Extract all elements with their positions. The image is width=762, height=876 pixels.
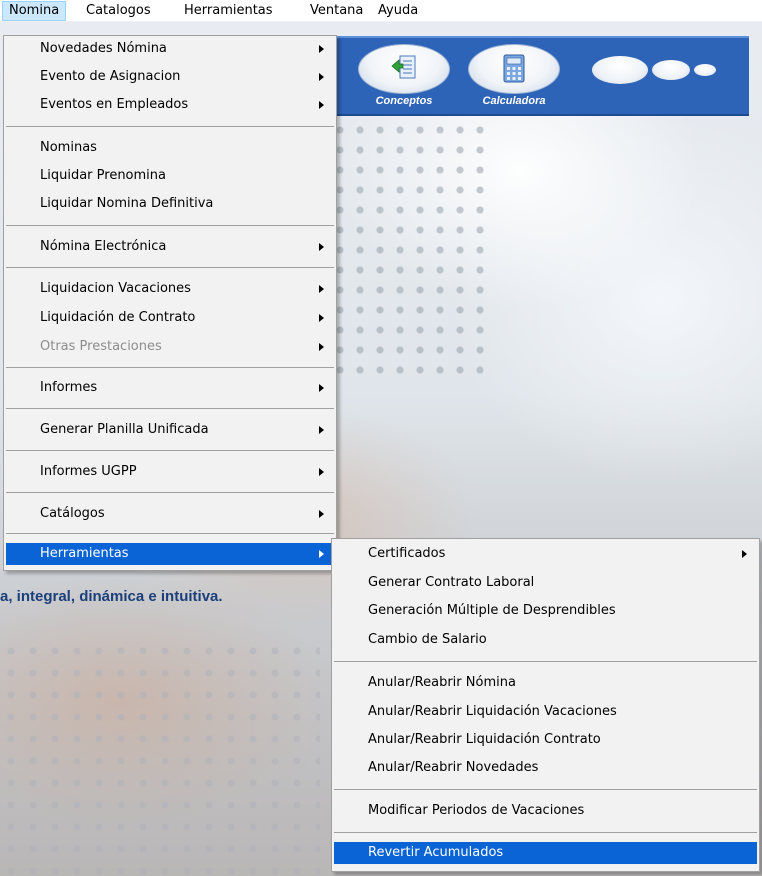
- menu-ayuda[interactable]: Ayuda: [372, 1, 424, 21]
- submenu-arrow-icon: [319, 426, 324, 434]
- menu-item-nominas[interactable]: Nominas: [6, 137, 334, 159]
- submenu-arrow-icon: [319, 314, 324, 322]
- submenu-arrow-icon: [319, 550, 324, 558]
- menu-item-liquidar-prenomina[interactable]: Liquidar Prenomina: [6, 165, 334, 187]
- menu-separator: [334, 832, 757, 833]
- herramientas-submenu: Certificados Generar Contrato Laboral Ge…: [331, 538, 760, 872]
- menu-separator: [334, 661, 757, 662]
- menu-separator: [6, 225, 334, 226]
- menu-herramientas[interactable]: Herramientas: [178, 1, 279, 21]
- submenu-arrow-icon: [742, 550, 747, 558]
- menu-item-anular-reabrir-liquidacion-vacaciones[interactable]: Anular/Reabrir Liquidación Vacaciones: [334, 701, 757, 723]
- background-pattern-lower: [0, 640, 320, 876]
- submenu-arrow-icon: [319, 384, 324, 392]
- conceptos-label: Conceptos: [375, 95, 433, 107]
- menu-item-catalogos[interactable]: Catálogos: [6, 503, 334, 525]
- nomina-dropdown-menu: Novedades Nómina Evento de Asignacion Ev…: [3, 35, 337, 571]
- menu-item-anular-reabrir-nomina[interactable]: Anular/Reabrir Nómina: [334, 672, 757, 694]
- menu-item-liquidacion-vacaciones[interactable]: Liquidacion Vacaciones: [6, 278, 334, 300]
- menu-item-modificar-periodos-vacaciones[interactable]: Modificar Periodos de Vacaciones: [334, 800, 757, 822]
- menu-separator: [6, 367, 334, 368]
- menu-separator: [6, 533, 334, 534]
- submenu-arrow-icon: [319, 73, 324, 81]
- menu-separator: [334, 789, 757, 790]
- calculadora-label: Calculadora: [482, 95, 546, 107]
- submenu-arrow-icon: [319, 343, 324, 351]
- brand-slogan: a, integral, dinámica e intuitiva.: [0, 588, 223, 605]
- menu-item-informes[interactable]: Informes: [6, 377, 334, 399]
- menu-item-certificados[interactable]: Certificados: [334, 543, 757, 565]
- menu-separator: [6, 267, 334, 268]
- toolbar-decoration: [592, 56, 648, 84]
- menu-catalogos[interactable]: Catalogos: [80, 1, 157, 21]
- menu-item-liquidacion-contrato[interactable]: Liquidación de Contrato: [6, 307, 334, 329]
- menu-item-novedades-nomina[interactable]: Novedades Nómina: [6, 38, 334, 60]
- menu-item-liquidar-nomina-definitiva[interactable]: Liquidar Nomina Definitiva: [6, 193, 334, 215]
- menu-item-evento-asignacion[interactable]: Evento de Asignacion: [6, 66, 334, 88]
- menu-bar: Nomina Catalogos Herramientas Ventana Ay…: [0, 0, 762, 22]
- calculadora-button[interactable]: Calculadora: [464, 42, 564, 112]
- menu-item-nomina-electronica[interactable]: Nómina Electrónica: [6, 236, 334, 258]
- background-pattern: [330, 120, 490, 380]
- menu-item-anular-reabrir-novedades[interactable]: Anular/Reabrir Novedades: [334, 757, 757, 779]
- submenu-arrow-icon: [319, 285, 324, 293]
- toolbar-decoration: [652, 60, 690, 80]
- menu-item-eventos-empleados[interactable]: Eventos en Empleados: [6, 94, 334, 116]
- menu-separator: [6, 450, 334, 451]
- toolbar-decoration: [694, 64, 716, 76]
- menu-item-otras-prestaciones: Otras Prestaciones: [6, 336, 334, 358]
- calculadora-icon: [503, 54, 525, 83]
- menu-item-revertir-acumulados[interactable]: Revertir Acumulados: [334, 842, 757, 864]
- menu-item-informes-ugpp[interactable]: Informes UGPP: [6, 461, 334, 483]
- menu-separator: [6, 126, 334, 127]
- conceptos-icon: [391, 55, 416, 79]
- menu-ventana[interactable]: Ventana: [304, 1, 369, 21]
- menu-nomina[interactable]: Nomina: [2, 1, 67, 21]
- menu-item-anular-reabrir-liquidacion-contrato[interactable]: Anular/Reabrir Liquidación Contrato: [334, 729, 757, 751]
- menu-item-generar-contrato-laboral[interactable]: Generar Contrato Laboral: [334, 572, 757, 594]
- menu-separator: [6, 408, 334, 409]
- menu-item-cambio-salario[interactable]: Cambio de Salario: [334, 629, 757, 651]
- menu-item-herramientas[interactable]: Herramientas: [6, 543, 334, 565]
- submenu-arrow-icon: [319, 101, 324, 109]
- menu-item-generar-planilla-unificada[interactable]: Generar Planilla Unificada: [6, 419, 334, 441]
- menu-item-generacion-multiple-desprendibles[interactable]: Generación Múltiple de Desprendibles: [334, 600, 757, 622]
- submenu-arrow-icon: [319, 243, 324, 251]
- submenu-arrow-icon: [319, 510, 324, 518]
- menu-separator: [6, 492, 334, 493]
- submenu-arrow-icon: [319, 468, 324, 476]
- toolbar: Conceptos Calculadora: [334, 36, 749, 116]
- submenu-arrow-icon: [319, 45, 324, 53]
- conceptos-button[interactable]: Conceptos: [354, 42, 454, 112]
